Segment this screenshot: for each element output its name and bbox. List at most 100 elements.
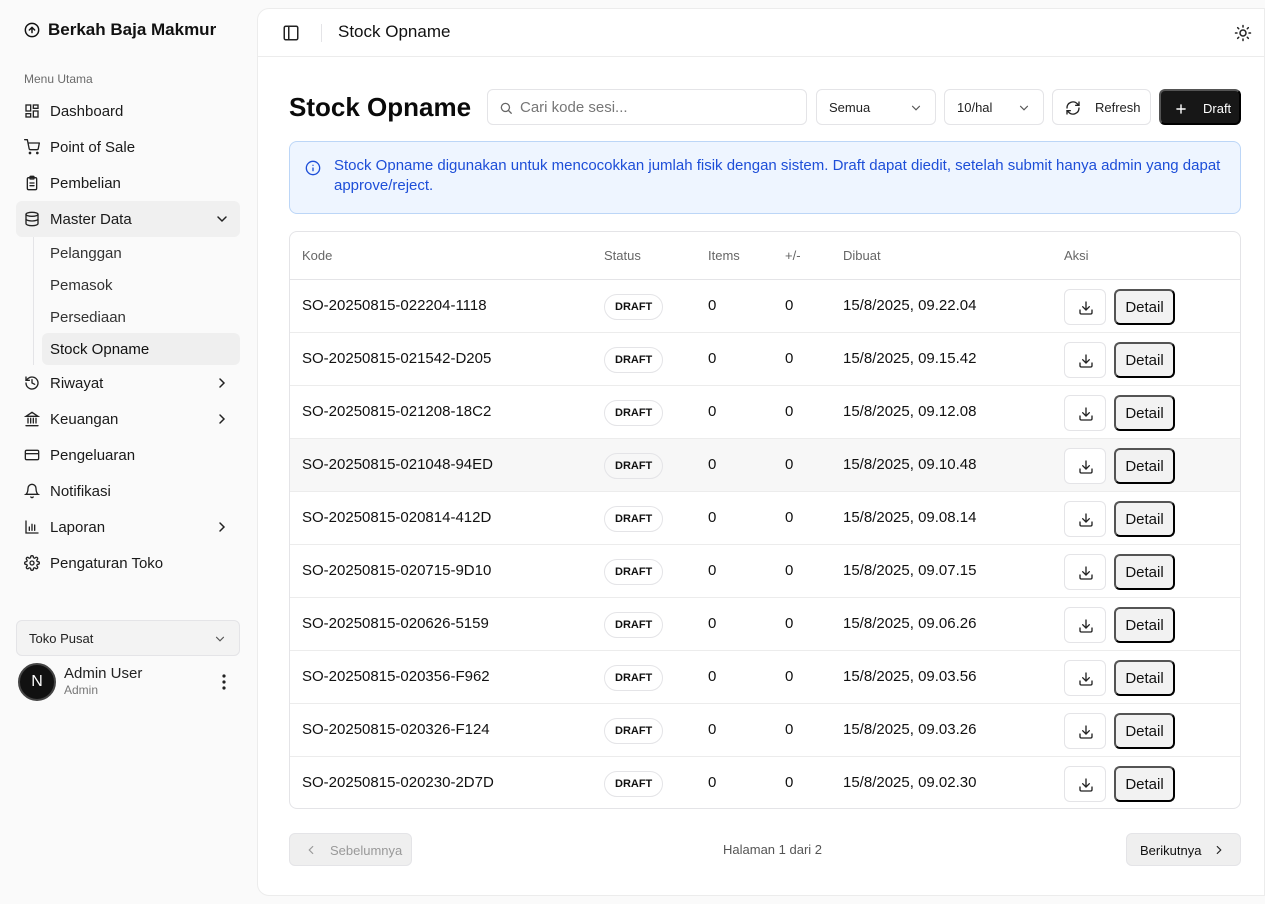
download-button[interactable] (1064, 554, 1106, 590)
previous-page-label: Sebelumnya (330, 843, 403, 858)
sidebar-item-pembelian[interactable]: Pembelian (16, 165, 240, 201)
sidebar-item-point-of-sale[interactable]: Point of Sale (16, 129, 240, 165)
sidebar-item-riwayat[interactable]: Riwayat (16, 365, 240, 401)
download-button[interactable] (1064, 501, 1106, 537)
history-icon (25, 376, 39, 390)
sidebar-subitem-pelanggan[interactable]: Pelanggan (42, 237, 240, 269)
download-button[interactable] (1064, 713, 1106, 749)
download-button[interactable] (1064, 607, 1106, 643)
sidebar-item-pengaturan-toko[interactable]: Pengaturan Toko (16, 545, 240, 581)
brand[interactable]: Berkah Baja Makmur (24, 20, 216, 40)
cell-dibuat: 15/8/2025, 09.02.30 (843, 774, 977, 791)
detail-button[interactable]: Detail (1114, 289, 1175, 325)
sidebar-subitem-stock-opname[interactable]: Stock Opname (42, 333, 240, 365)
download-icon (1079, 354, 1093, 368)
status-filter-value: Semua (829, 99, 871, 115)
detail-button[interactable]: Detail (1114, 501, 1175, 537)
sidebar-subitem-persediaan[interactable]: Persediaan (42, 301, 240, 333)
credit-card-icon (24, 449, 40, 461)
page-title: Stock Opname (289, 92, 472, 122)
store-select[interactable]: Toko Pusat (16, 620, 240, 656)
download-button[interactable] (1064, 289, 1106, 325)
topbar: Stock Opname (258, 9, 1264, 57)
download-button[interactable] (1064, 766, 1106, 802)
cell-diff: 0 (785, 668, 794, 685)
cell-dibuat: 15/8/2025, 09.15.42 (843, 350, 977, 367)
detail-button[interactable]: Detail (1114, 342, 1175, 378)
sidebar-item-label: Laporan (50, 518, 106, 536)
table-row: SO-20250815-020626-5159 DRAFT 0 0 15/8/2025,… (290, 598, 1240, 651)
cell-items: 0 (708, 562, 717, 579)
table-row: SO-20250815-021048-94ED DRAFT 0 0 15/8/2025,… (290, 439, 1240, 492)
sun-icon[interactable] (1234, 24, 1252, 42)
cell-kode: SO-20250815-020715-9D10 (302, 562, 492, 579)
search-icon (500, 102, 512, 114)
cell-items: 0 (708, 403, 717, 420)
sidebar-nav: Dashboard Point of Sale Pembelian Master… (16, 93, 240, 581)
sidebar-item-notifikasi[interactable]: Notifikasi (16, 473, 240, 509)
detail-button[interactable]: Detail (1114, 448, 1175, 484)
cell-items: 0 (708, 509, 717, 526)
detail-button[interactable]: Detail (1114, 395, 1175, 431)
download-button[interactable] (1064, 342, 1106, 378)
topbar-title: Stock Opname (338, 22, 451, 41)
sidebar-item-label: Riwayat (50, 374, 104, 392)
detail-button[interactable]: Detail (1114, 713, 1175, 749)
detail-button[interactable]: Detail (1114, 554, 1175, 590)
cell-diff: 0 (785, 403, 794, 420)
cell-dibuat: 15/8/2025, 09.08.14 (843, 509, 977, 526)
detail-button[interactable]: Detail (1114, 766, 1175, 802)
status-badge: DRAFT (604, 506, 664, 532)
refresh-button[interactable]: Refresh (1052, 89, 1151, 125)
status-badge: DRAFT (604, 559, 664, 585)
bell-icon (24, 483, 40, 499)
avatar: N (18, 663, 56, 701)
user-info: Admin User Admin (64, 666, 142, 698)
status-badge: DRAFT (604, 718, 664, 744)
sidebar-item-dashboard[interactable]: Dashboard (16, 93, 240, 129)
sidebar-subitem-pemasok[interactable]: Pemasok (42, 269, 240, 301)
cell-diff: 0 (785, 562, 794, 579)
status-badge: DRAFT (604, 347, 664, 373)
sidebar-item-label: Notifikasi (50, 482, 111, 500)
chevron-down-icon (1019, 105, 1029, 111)
cell-kode: SO-20250815-021048-94ED (302, 456, 493, 473)
sidebar-item-keuangan[interactable]: Keuangan (16, 401, 240, 437)
download-button[interactable] (1064, 395, 1106, 431)
next-page-button[interactable]: Berikutnya (1126, 833, 1241, 866)
download-button[interactable] (1064, 660, 1106, 696)
next-page-label: Berikutnya (1140, 843, 1202, 858)
cell-diff: 0 (785, 721, 794, 738)
cell-dibuat: 15/8/2025, 09.22.04 (843, 297, 977, 314)
search-box (487, 89, 807, 125)
chevron-left-icon (308, 845, 314, 855)
download-icon (1079, 513, 1093, 527)
table-row: SO-20250815-020814-412D DRAFT 0 0 15/8/2025,… (290, 492, 1240, 545)
search-input[interactable] (520, 98, 790, 116)
bar-chart-icon (25, 520, 39, 534)
previous-page-button[interactable]: Sebelumnya (289, 833, 412, 866)
detail-button[interactable]: Detail (1114, 660, 1175, 696)
cell-dibuat: 15/8/2025, 09.03.56 (843, 668, 977, 685)
download-icon (1079, 778, 1093, 792)
sidebar-toggle-icon[interactable] (282, 24, 300, 42)
sidebar-item-label: Pembelian (50, 174, 121, 192)
per-page-select[interactable]: 10/hal (944, 89, 1044, 125)
stock-opname-table: Kode Status Items +/- Dibuat Aksi SO-202… (289, 231, 1241, 809)
info-icon (305, 160, 321, 176)
cell-items: 0 (708, 297, 717, 314)
cell-items: 0 (708, 456, 717, 473)
add-draft-button[interactable]: Draft (1159, 89, 1241, 125)
sidebar-item-pengeluaran[interactable]: Pengeluaran (16, 437, 240, 473)
more-vertical-icon[interactable] (216, 672, 232, 692)
column-header-items: Items (708, 248, 740, 263)
table-body: SO-20250815-022204-1118 DRAFT 0 0 15/8/2025,… (290, 280, 1240, 808)
status-badge: DRAFT (604, 453, 664, 479)
cell-items: 0 (708, 774, 717, 791)
sidebar-item-master-data[interactable]: Master Data (16, 201, 240, 237)
detail-button[interactable]: Detail (1114, 607, 1175, 643)
download-button[interactable] (1064, 448, 1106, 484)
status-filter-select[interactable]: Semua (816, 89, 936, 125)
user-profile[interactable]: N Admin User Admin (18, 662, 240, 702)
sidebar-item-laporan[interactable]: Laporan (16, 509, 240, 545)
